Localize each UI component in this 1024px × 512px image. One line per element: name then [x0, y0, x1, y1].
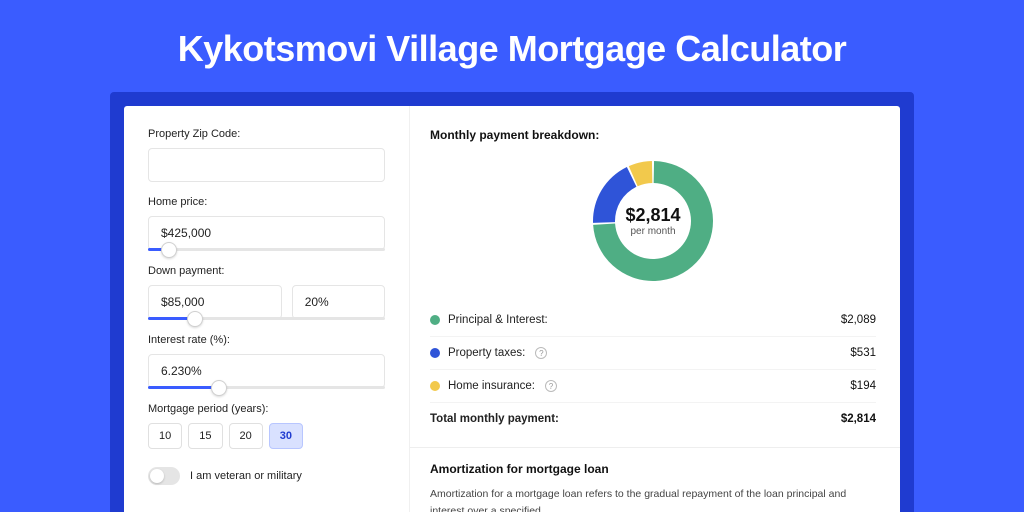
- legend-value: $2,089: [841, 314, 876, 326]
- zip-label: Property Zip Code:: [148, 128, 385, 140]
- home-price-input[interactable]: [148, 216, 385, 250]
- amortization-text: Amortization for a mortgage loan refers …: [430, 486, 876, 512]
- help-icon[interactable]: ?: [535, 347, 547, 359]
- zip-input[interactable]: [148, 148, 385, 182]
- period-label: Mortgage period (years):: [148, 403, 385, 415]
- period-field: Mortgage period (years): 1015 2030: [148, 403, 385, 449]
- period-button-15[interactable]: 15: [188, 423, 222, 449]
- interest-field: Interest rate (%):: [148, 334, 385, 389]
- yellow-dot-icon: [430, 381, 440, 391]
- legend: Principal & Interest: $2,089 Property taxe…: [430, 304, 876, 402]
- down-payment-label: Down payment:: [148, 265, 385, 277]
- down-payment-slider[interactable]: [148, 317, 385, 320]
- home-price-slider-thumb[interactable]: [161, 242, 177, 258]
- down-payment-slider-thumb[interactable]: [187, 311, 203, 327]
- legend-value: $531: [850, 347, 876, 359]
- form-panel: Property Zip Code: Home price: Down paym…: [124, 106, 409, 512]
- down-payment-field: Down payment:: [148, 265, 385, 320]
- breakdown-panel: Monthly payment breakdown: $2,814 per mo…: [409, 106, 900, 512]
- breakdown-title: Monthly payment breakdown:: [430, 128, 876, 142]
- donut-center: $2,814 per month: [588, 156, 718, 286]
- period-button-group: 1015 2030: [148, 423, 385, 449]
- interest-label: Interest rate (%):: [148, 334, 385, 346]
- interest-input[interactable]: [148, 354, 385, 388]
- legend-label: Home insurance:?: [430, 380, 557, 392]
- veteran-row: I am veteran or military: [148, 467, 385, 485]
- period-button-10[interactable]: 10: [148, 423, 182, 449]
- donut-amount: $2,814: [625, 205, 680, 226]
- home-price-label: Home price:: [148, 196, 385, 208]
- veteran-toggle-knob: [150, 469, 164, 483]
- legend-total-row: Total monthly payment: $2,814: [430, 402, 876, 435]
- veteran-toggle[interactable]: [148, 467, 180, 485]
- help-icon[interactable]: ?: [545, 380, 557, 392]
- legend-row: Property taxes:? $531: [430, 336, 876, 369]
- blue-dot-icon: [430, 348, 440, 358]
- down-payment-input[interactable]: [148, 285, 282, 319]
- green-dot-icon: [430, 315, 440, 325]
- veteran-label: I am veteran or military: [190, 470, 302, 482]
- calculator-inner: Property Zip Code: Home price: Down paym…: [124, 106, 900, 512]
- period-button-30[interactable]: 30: [269, 423, 303, 449]
- page-title: Kykotsmovi Village Mortgage Calculator: [0, 0, 1024, 92]
- zip-field: Property Zip Code:: [148, 128, 385, 182]
- legend-label-text: Principal & Interest:: [448, 314, 548, 326]
- divider: [410, 447, 900, 448]
- legend-label: Principal & Interest:: [430, 314, 548, 326]
- amortization-title: Amortization for mortgage loan: [430, 462, 876, 476]
- legend-label-text: Home insurance:: [448, 380, 535, 392]
- home-price-slider[interactable]: [148, 248, 385, 251]
- home-price-field: Home price:: [148, 196, 385, 251]
- calculator-card: Property Zip Code: Home price: Down paym…: [110, 92, 914, 512]
- legend-row: Principal & Interest: $2,089: [430, 304, 876, 336]
- donut-wrap: $2,814 per month: [430, 156, 876, 286]
- legend-label-text: Property taxes:: [448, 347, 525, 359]
- legend-label: Property taxes:?: [430, 347, 547, 359]
- down-payment-pct-input[interactable]: [292, 285, 385, 319]
- legend-total-label: Total monthly payment:: [430, 413, 559, 425]
- payment-donut-chart: $2,814 per month: [588, 156, 718, 286]
- period-button-20[interactable]: 20: [229, 423, 263, 449]
- donut-sub: per month: [630, 226, 675, 237]
- interest-slider-thumb[interactable]: [211, 380, 227, 396]
- legend-total-value: $2,814: [841, 413, 876, 425]
- interest-slider[interactable]: [148, 386, 385, 389]
- legend-value: $194: [850, 380, 876, 392]
- legend-row: Home insurance:? $194: [430, 369, 876, 402]
